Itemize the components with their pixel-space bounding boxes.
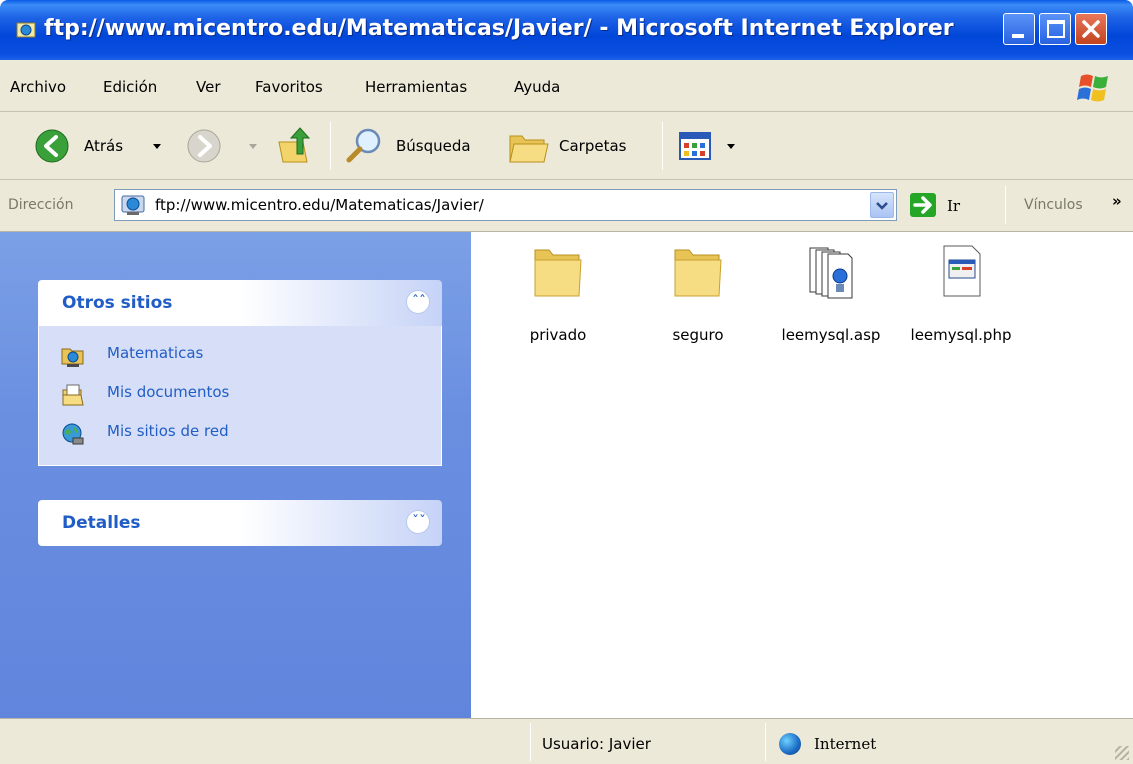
back-label[interactable]: Atrás [84,137,123,155]
title-bar[interactable]: ftp://www.micentro.edu/Matematicas/Javie… [0,0,1133,60]
chevron-down-icon [876,202,888,210]
menu-archivo[interactable]: Archivo [10,78,66,96]
menu-bar: Archivo Edición Ver Favoritos Herramient… [0,60,1133,112]
file-name: privado [529,326,587,344]
close-icon [1082,20,1100,38]
search-button[interactable] [344,126,384,166]
list-item[interactable]: seguro [643,244,753,354]
forward-arrow-icon [187,129,221,163]
views-icon [679,132,711,160]
list-item[interactable]: leemysql.php [906,244,1016,354]
other-places-panel: Otros sitios ˆˆ Matematicas Mis document… [38,280,442,466]
go-arrow-icon [913,196,932,214]
up-folder-icon [278,127,311,163]
address-bar: Dirección ftp://www.micentro.edu/Matemat… [0,180,1133,232]
back-dropdown-icon[interactable] [153,144,161,149]
toolbar: Atrás Búsqueda Carpetas [0,112,1133,180]
toolbar-separator [330,122,331,170]
go-label[interactable]: Ir [947,197,960,215]
folder-icon [674,249,722,297]
sidebar-item-label[interactable]: Matematicas [107,344,203,362]
addressbar-separator [1005,186,1006,224]
address-label: Dirección [8,197,74,213]
status-zone: Internet [814,735,877,753]
search-icon [346,128,381,163]
back-arrow-icon [35,129,69,163]
network-places-icon [62,423,84,445]
list-item[interactable]: privado [503,244,613,354]
menu-ver[interactable]: Ver [196,78,221,96]
folders-label[interactable]: Carpetas [559,137,626,155]
my-documents-icon [62,384,84,406]
menu-ayuda[interactable]: Ayuda [514,78,560,96]
ftp-folder-icon [121,195,145,215]
address-input[interactable]: ftp://www.micentro.edu/Matematicas/Javie… [114,189,897,221]
menu-herramientas[interactable]: Herramientas [365,78,467,96]
ie-page-icon [16,22,36,38]
sidebar-item-mis-sitios-de-red[interactable]: Mis sitios de red [61,416,441,455]
ftp-folder-icon [61,348,84,367]
file-name: seguro [672,326,724,344]
details-title: Detalles [62,513,141,533]
chevron-up-icon: ˆˆ [412,294,426,310]
views-dropdown-icon[interactable] [727,144,735,149]
other-places-header[interactable]: Otros sitios ˆˆ [38,280,442,326]
go-button[interactable] [910,193,936,217]
address-value: ftp://www.micentro.edu/Matematicas/Javie… [155,196,484,214]
status-separator [530,723,531,761]
asp-file-icon [809,247,853,299]
collapse-button[interactable]: ˆˆ [406,290,430,314]
sidebar-item-mis-documentos[interactable]: Mis documentos [61,377,441,416]
links-more-icon[interactable]: » [1112,192,1122,210]
address-dropdown-button[interactable] [870,192,894,218]
views-button[interactable] [678,130,712,162]
file-list: privado seguro leemysql.asp leemysql.php [471,232,1133,718]
other-places-title: Otros sitios [62,293,173,313]
menu-edicion[interactable]: Edición [103,78,157,96]
window-title: ftp://www.micentro.edu/Matematicas/Javie… [44,16,954,41]
minimize-button[interactable] [1003,13,1035,45]
php-file-icon [943,245,981,297]
windows-logo-icon [1077,74,1108,102]
file-name: leemysql.php [910,326,1012,344]
toolbar-separator [662,122,663,170]
search-label[interactable]: Búsqueda [396,137,471,155]
other-places-body: Matematicas Mis documentos Mis sitios de… [38,326,442,466]
list-item[interactable]: leemysql.asp [776,244,886,354]
back-button[interactable] [34,128,70,164]
details-panel: Detalles ˇˇ [38,500,442,546]
sidebar-item-label[interactable]: Mis sitios de red [107,422,229,440]
up-folder-button[interactable] [275,126,313,166]
status-bar: Usuario: Javier Internet [0,718,1133,764]
links-label[interactable]: Vínculos [1024,197,1083,213]
internet-zone-icon [779,733,801,755]
status-separator [765,723,766,761]
folder-icon [534,249,582,297]
resize-grip-icon[interactable] [1115,746,1129,760]
status-user: Usuario: Javier [542,735,651,753]
maximize-button[interactable] [1039,13,1071,45]
minimize-icon [1012,34,1024,38]
folders-button[interactable] [508,128,550,166]
forward-dropdown-icon[interactable] [249,144,257,149]
forward-button[interactable] [186,128,222,164]
chevron-down-icon: ˇˇ [412,514,426,530]
maximize-icon [1047,20,1065,38]
expand-button[interactable]: ˇˇ [406,510,430,534]
sidebar-item-label[interactable]: Mis documentos [107,383,229,401]
close-button[interactable] [1075,13,1107,45]
menu-favoritos[interactable]: Favoritos [255,78,323,96]
sidebar-item-matematicas[interactable]: Matematicas [61,338,441,377]
folders-icon [509,135,549,163]
details-header[interactable]: Detalles ˇˇ [38,500,442,546]
file-name: leemysql.asp [781,326,881,344]
task-pane: Otros sitios ˆˆ Matematicas Mis document… [0,232,471,718]
